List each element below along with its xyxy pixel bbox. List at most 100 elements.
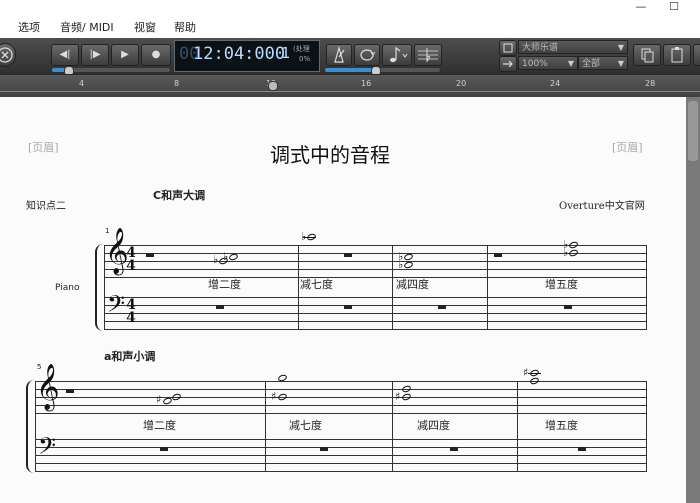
barline xyxy=(487,245,488,330)
score-subtitle[interactable]: 知识点二 xyxy=(26,197,66,212)
whole-rest[interactable] xyxy=(494,253,502,257)
zoom-select[interactable]: 100% ▼ xyxy=(518,56,578,70)
whole-rest[interactable] xyxy=(160,447,168,451)
time-signature-bass: 4 4 xyxy=(126,298,136,326)
whole-rest[interactable] xyxy=(450,447,458,451)
volume-fill xyxy=(325,68,375,72)
score-title[interactable]: 调式中的音程 xyxy=(270,139,390,168)
whole-rest[interactable] xyxy=(564,305,572,309)
interval-label[interactable]: 增二度 xyxy=(143,417,176,433)
flat-icon: ♭ xyxy=(398,258,404,271)
ruler-mark: 8 xyxy=(174,79,180,88)
flat-icon: ♭ xyxy=(563,246,569,259)
play-button[interactable]: ▶ xyxy=(111,44,139,66)
chevron-down-icon: ▼ xyxy=(617,59,624,68)
barline xyxy=(646,381,647,472)
whole-note[interactable] xyxy=(306,232,317,242)
menu-help[interactable]: 帮助 xyxy=(174,19,196,35)
view-select[interactable]: 全部 ▼ xyxy=(578,56,628,70)
maximize-button[interactable]: ☐ xyxy=(664,0,684,14)
vertical-scrollbar[interactable] xyxy=(686,97,700,503)
menu-bar: 选项 音频/ MIDI 视窗 帮助 — ☐ xyxy=(0,0,700,38)
score-type-select[interactable]: 大师乐谱 ▼ xyxy=(518,40,628,54)
clipboard-icon[interactable] xyxy=(663,44,691,66)
header-left[interactable]: [页眉] xyxy=(28,139,59,155)
ruler-mark: 24 xyxy=(550,79,561,88)
interval-label[interactable]: 增五度 xyxy=(545,417,578,433)
bass-staff xyxy=(35,439,646,472)
menu-options[interactable]: 选项 xyxy=(18,19,40,35)
note-input-icon[interactable] xyxy=(382,44,412,66)
interval-label[interactable]: 减四度 xyxy=(396,276,429,292)
loop-icon[interactable] xyxy=(354,44,380,66)
time-sig-bottom: 4 xyxy=(126,310,136,326)
processing-label: (处理 xyxy=(293,45,310,53)
close-circle-icon[interactable] xyxy=(0,43,16,67)
transport-toolbar: ◀| |▶ ▶ ● 大师乐谱 ▼ 100% ▼ 全部 ▼ xyxy=(0,38,700,76)
barline xyxy=(298,245,299,330)
forward-button[interactable]: |▶ xyxy=(81,44,109,66)
flat-icon: ♭ xyxy=(223,250,229,263)
time-sig-bottom: 4 xyxy=(126,258,136,274)
interval-label[interactable]: 减七度 xyxy=(289,417,322,433)
measure-count: 1 xyxy=(281,44,291,62)
time-readout: 12:04:000 xyxy=(193,44,286,64)
rewind-button[interactable]: ◀| xyxy=(51,44,79,66)
score-type-value: 大师乐谱 xyxy=(522,43,559,53)
sharp-icon: ♯ xyxy=(156,393,162,406)
arrow-right-icon[interactable] xyxy=(499,56,517,72)
interval-label[interactable]: 增二度 xyxy=(208,276,241,292)
sharp-icon: ♯ xyxy=(523,366,529,379)
menu-window[interactable]: 视窗 xyxy=(134,19,156,35)
ruler-mark: 4 xyxy=(79,79,85,88)
record-button[interactable]: ● xyxy=(141,44,171,66)
scrollbar-thumb[interactable] xyxy=(688,101,698,161)
metronome-icon[interactable] xyxy=(326,44,352,66)
header-right[interactable]: [页眉] xyxy=(612,139,643,155)
ruler-mark: 20 xyxy=(456,79,467,88)
section-label-a-harmonic-minor[interactable]: a和声小调 xyxy=(104,348,155,364)
time-signature-treble: 4 4 xyxy=(126,246,136,274)
grand-staff-brace xyxy=(95,244,104,331)
section-label-c-harmonic-major[interactable]: C和声大调 xyxy=(153,187,205,203)
ruler-baseline xyxy=(0,91,700,92)
ruler-mark: 28 xyxy=(645,79,656,88)
bass-staff xyxy=(104,297,646,330)
barline xyxy=(392,245,393,330)
ruler-mark: 16 xyxy=(361,79,372,88)
measure-ruler[interactable]: 4 8 12 16 20 24 28 xyxy=(0,74,700,97)
score-type-icon[interactable] xyxy=(499,40,517,56)
interval-label[interactable]: 增五度 xyxy=(545,276,578,292)
whole-rest[interactable] xyxy=(146,253,154,257)
flat-icon: ♭ xyxy=(213,253,219,266)
whole-note[interactable] xyxy=(529,368,540,378)
whole-rest[interactable] xyxy=(66,389,74,393)
menu-audio-midi[interactable]: 音频/ MIDI xyxy=(60,19,114,35)
score-page[interactable]: [页眉] [页眉] 调式中的音程 知识点二 Overture中文官网 C和声大调… xyxy=(0,97,686,503)
whole-rest[interactable] xyxy=(344,253,352,257)
grand-staff-brace xyxy=(26,380,35,473)
bass-clef-icon: 𝄢 xyxy=(38,432,57,465)
minimize-button[interactable]: — xyxy=(631,0,651,14)
interval-label[interactable]: 减四度 xyxy=(417,417,450,433)
whole-rest[interactable] xyxy=(216,305,224,309)
composer-text[interactable]: Overture中文官网 xyxy=(559,197,645,212)
whole-rest[interactable] xyxy=(320,447,328,451)
sharp-icon: ♯ xyxy=(395,390,401,403)
barline xyxy=(517,381,518,472)
staff-symbol-icon[interactable] xyxy=(414,44,442,66)
whole-rest[interactable] xyxy=(438,305,446,309)
whole-rest[interactable] xyxy=(578,447,586,451)
barline xyxy=(392,381,393,472)
more-tools-icon[interactable] xyxy=(693,44,700,66)
flat-icon: ♭ xyxy=(301,230,307,243)
playhead-marker[interactable] xyxy=(268,81,278,91)
chevron-down-icon: ▼ xyxy=(617,43,624,52)
treble-staff xyxy=(35,381,646,414)
whole-rest[interactable] xyxy=(344,305,352,309)
interval-label[interactable]: 减七度 xyxy=(300,276,333,292)
processing-percent: 0% xyxy=(299,55,311,63)
bass-clef-icon: 𝄢 xyxy=(107,290,126,323)
barline xyxy=(646,245,647,330)
copy-icon[interactable] xyxy=(633,44,661,66)
